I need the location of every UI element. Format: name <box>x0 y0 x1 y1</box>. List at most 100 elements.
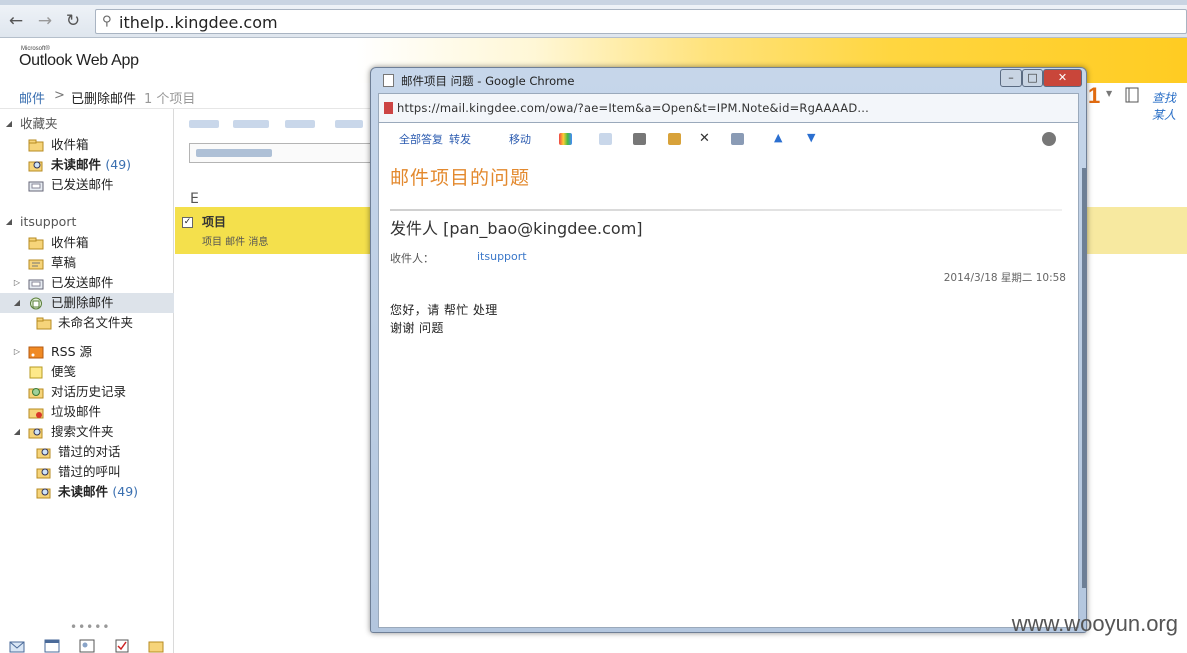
module-switcher <box>0 633 174 653</box>
address-book-icon[interactable] <box>1124 87 1140 103</box>
reload-icon[interactable]: ↻ <box>63 12 83 30</box>
collapse-arrow-icon[interactable]: ◢ <box>4 212 14 232</box>
flag-icon[interactable] <box>599 133 612 145</box>
notes-icon <box>29 366 43 379</box>
folder-unnamed[interactable]: 未命名文件夹 <box>0 313 174 333</box>
junk-button-icon[interactable] <box>668 133 681 145</box>
inbox-icon <box>28 237 44 250</box>
message-subject: 邮件项目的问题 <box>390 167 531 189</box>
maximize-button[interactable]: □ <box>1022 69 1043 87</box>
delete-icon[interactable]: ✕ <box>699 131 710 146</box>
forward-button[interactable]: 转发 <box>449 131 471 147</box>
search-folder-icon <box>36 488 51 499</box>
fav-item-inbox[interactable]: 收件箱 <box>0 135 174 155</box>
contacts-icon[interactable] <box>79 639 95 653</box>
header-divider <box>390 209 1062 211</box>
address-bar[interactable]: ⚲ ithelp..kingdee.com <box>95 9 1187 34</box>
recipient-label: 收件人： <box>390 252 434 265</box>
message-body-line: 您好，请 帮忙 处理 <box>390 303 498 317</box>
header-right-strip: 1 ▼ 查找某人 <box>1086 83 1187 122</box>
collapse-arrow-icon[interactable]: ◢ <box>12 422 22 442</box>
minimize-button[interactable]: – <box>1000 69 1022 87</box>
delete-button[interactable] <box>233 120 269 128</box>
window-edge <box>1082 168 1086 588</box>
mail-module-icon[interactable] <box>9 639 25 653</box>
history-icon <box>28 388 44 399</box>
more-actions-icon[interactable] <box>731 133 744 145</box>
previous-item-icon[interactable]: ▲ <box>774 131 782 144</box>
calendar-icon[interactable] <box>44 639 60 653</box>
watermark: www.wooyun.org <box>1011 611 1178 636</box>
message-list-pane: E ✓ 项目 项目 邮件 消息 <box>175 109 375 653</box>
junk-icon <box>28 408 44 419</box>
search-icon: ⚲ <box>102 14 112 29</box>
categories-icon[interactable] <box>559 133 572 145</box>
search-folder-icon <box>36 448 51 459</box>
folder-deleted[interactable]: ◢ 已删除邮件 <box>0 293 174 313</box>
move-button[interactable] <box>285 120 315 128</box>
favorites-header[interactable]: ◢ 收藏夹 <box>0 114 174 134</box>
inbox-icon <box>28 139 44 152</box>
pane-resize-handle[interactable]: ••••• <box>70 620 110 634</box>
breadcrumb-current: 已删除邮件 <box>71 92 137 107</box>
back-icon[interactable]: ← <box>6 12 26 30</box>
folder-pane: ◢ 收藏夹 收件箱 未读邮件 (49) 已发送邮件 ◢ itsupport 收件… <box>0 109 174 653</box>
search-folder-icon <box>28 161 43 172</box>
expand-arrow-icon[interactable]: ▷ <box>12 273 22 293</box>
breadcrumb-mail-link[interactable]: 邮件 <box>19 88 45 107</box>
trash-icon <box>30 297 42 310</box>
folder-rss[interactable]: ▷ RSS 源 <box>0 342 174 362</box>
breadcrumb: 邮件 > 已删除邮件 1 个项目 <box>0 83 370 109</box>
tasks-icon[interactable] <box>114 639 130 653</box>
message-row-selected[interactable]: ✓ 项目 项目 邮件 消息 <box>175 207 375 254</box>
next-item-icon[interactable]: ▼ <box>807 131 815 144</box>
reading-pane <box>1086 254 1187 653</box>
folder-unread-search[interactable]: 未读邮件 (49) <box>0 482 174 502</box>
close-button[interactable]: ✕ <box>1043 69 1082 87</box>
expand-arrow-icon[interactable]: ▷ <box>12 342 22 362</box>
address-text: ithelp..kingdee.com <box>119 13 278 32</box>
search-input[interactable] <box>189 143 375 163</box>
filter-button[interactable] <box>335 120 363 128</box>
folder-missed-calls[interactable]: 错过的呼叫 <box>0 462 174 482</box>
sent-date: 2014/3/18 星期二 10:58 <box>943 272 1066 284</box>
print-icon[interactable] <box>633 133 646 145</box>
search-placeholder <box>196 149 272 157</box>
message-sender: 发件人 [pan_bao@kingdee.com] <box>390 219 643 238</box>
search-folder-icon <box>28 428 43 439</box>
popup-address-bar[interactable]: https://mail.kingdee.com/owa/?ae=Item&a=… <box>378 93 1079 123</box>
folder-drafts[interactable]: 草稿 <box>0 253 174 273</box>
breadcrumb-separator: > <box>54 88 65 103</box>
message-sender: 项目 <box>202 215 227 229</box>
recipient-link[interactable]: itsupport <box>477 250 527 263</box>
message-checkbox[interactable]: ✓ <box>182 217 193 228</box>
move-button[interactable]: 移动 <box>509 131 531 147</box>
owa-logo: Outlook Web App <box>19 52 139 69</box>
folder-history[interactable]: 对话历史记录 <box>0 382 174 402</box>
https-lock-icon <box>384 102 393 114</box>
collapse-arrow-icon[interactable]: ◢ <box>4 114 14 134</box>
drafts-icon <box>28 259 44 270</box>
folder-inbox[interactable]: 收件箱 <box>0 233 174 253</box>
browser-toolbar: ← → ↻ ⚲ ithelp..kingdee.com <box>0 5 1187 38</box>
forward-icon[interactable]: → <box>35 12 55 30</box>
reply-all-button[interactable]: 全部答复 <box>399 131 443 147</box>
find-someone-link[interactable]: 查找某人 <box>1152 89 1187 123</box>
folder-notes[interactable]: 便笺 <box>0 362 174 382</box>
mailbox-header[interactable]: ◢ itsupport <box>0 212 174 232</box>
popup-title: 邮件项目 问题 - Google Chrome <box>401 74 575 88</box>
sent-icon <box>28 181 44 192</box>
collapse-arrow-icon[interactable]: ◢ <box>12 293 22 313</box>
folder-junk[interactable]: 垃圾邮件 <box>0 402 174 422</box>
folder-sent[interactable]: ▷ 已发送邮件 <box>0 273 174 293</box>
folder-search-folders[interactable]: ◢ 搜索文件夹 <box>0 422 174 442</box>
fav-item-sent[interactable]: 已发送邮件 <box>0 175 174 195</box>
notification-badge[interactable]: 1 <box>1088 83 1100 109</box>
popup-url-text: https://mail.kingdee.com/owa/?ae=Item&a=… <box>397 101 869 115</box>
public-folders-icon[interactable] <box>148 639 164 653</box>
new-button[interactable] <box>189 120 219 128</box>
chevron-down-icon[interactable]: ▼ <box>1106 89 1112 98</box>
fav-item-unread[interactable]: 未读邮件 (49) <box>0 155 174 175</box>
gear-icon[interactable] <box>1042 132 1056 146</box>
folder-missed-conversations[interactable]: 错过的对话 <box>0 442 174 462</box>
